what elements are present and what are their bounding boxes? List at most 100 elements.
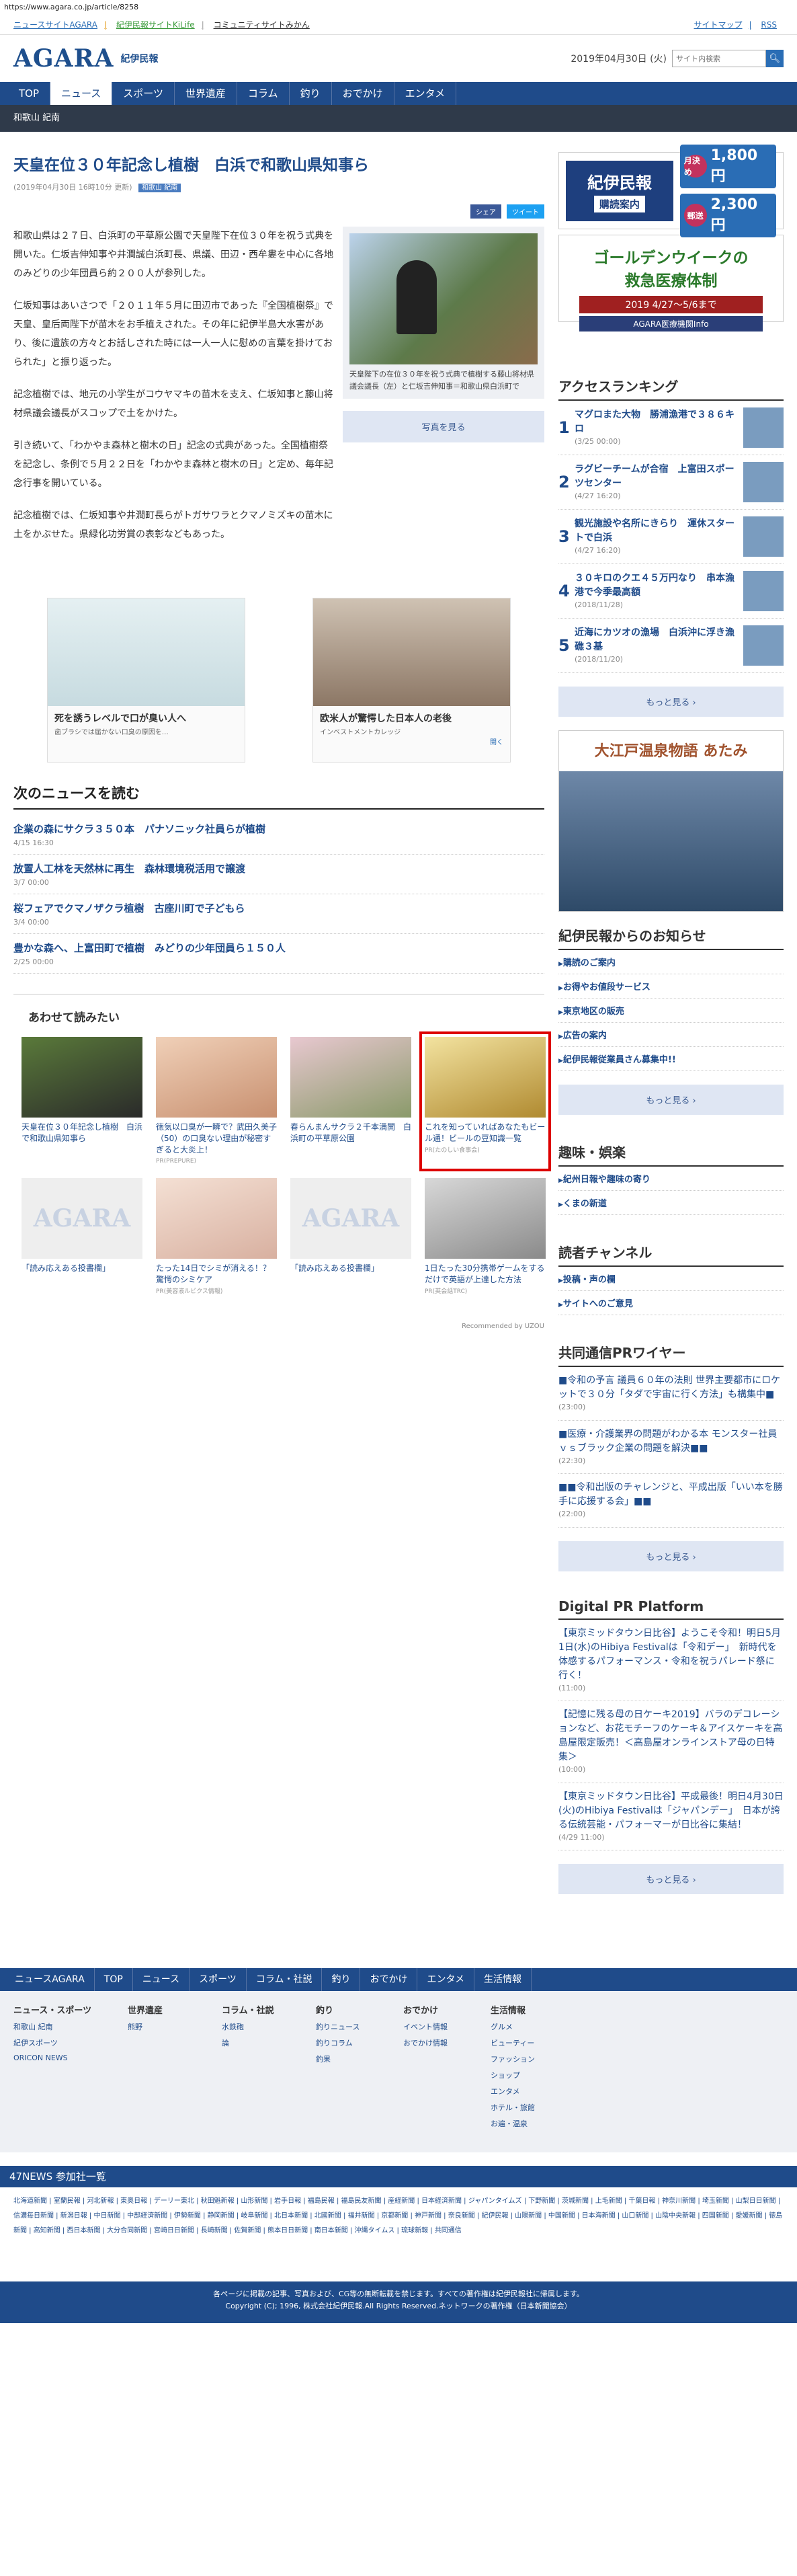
link-sitemap[interactable]: サイトマップ: [694, 20, 743, 30]
wire-text[interactable]: ■医療・介護業界の問題がわかる本 モンスター社員ｖｓブラック企業の問題を解決■■: [558, 1429, 777, 1454]
hobby-link[interactable]: 紀州日報や趣味の寄り: [558, 1167, 784, 1191]
wire-more-button[interactable]: もっと見る ›: [558, 1540, 784, 1571]
rank-title[interactable]: ラグビーチームが合宿 上富田スポーツセンター: [575, 464, 735, 489]
related-card-title[interactable]: 春らんまんサクラ２千本満開 白浜町の平草原公園: [290, 1122, 411, 1144]
nav-entertainment[interactable]: エンタメ: [394, 82, 457, 105]
search-button[interactable]: 🔍︎: [766, 50, 784, 67]
ranking-item[interactable]: 1 マグロまた大物 勝浦漁港で３８６キロ (3/25 00:00): [558, 401, 784, 455]
gw-medical-banner[interactable]: ゴールデンウイークの 救急医療体制 2019 4/27～5/6まで AGARA医…: [558, 235, 784, 331]
link-mikan[interactable]: コミュニティサイトみかん: [214, 20, 310, 30]
link-rss[interactable]: RSS: [761, 20, 777, 30]
info-link[interactable]: 広告の案内: [558, 1023, 784, 1047]
footer-link[interactable]: 紀伊スポーツ: [13, 2037, 128, 2048]
view-photo-button[interactable]: 写真を見る: [343, 411, 544, 443]
article-photo[interactable]: [349, 233, 538, 364]
related-card[interactable]: AGARA 「読み応えある投書欄」: [22, 1177, 142, 1296]
footer-nav-item[interactable]: TOP: [95, 1968, 133, 1991]
wire-text[interactable]: ■■令和出版のチャレンジと、平成出版「いい本を勝手に応援する会」■■: [558, 1482, 783, 1507]
footer-link[interactable]: 論: [222, 2037, 316, 2048]
related-card[interactable]: 天皇在位３０年記念し植樹 白浜で和歌山県知事ら: [22, 1037, 142, 1166]
news-title[interactable]: 企業の森にサクラ３５０本 パナソニック社員らが植樹: [13, 822, 544, 836]
related-card[interactable]: 春らんまんサクラ２千本満開 白浜町の平草原公園: [290, 1037, 411, 1166]
related-card-title[interactable]: 1日たった30分携帯ゲームをするだけで英語が上達した方法: [425, 1263, 546, 1286]
related-card-title[interactable]: 「読み応えある投書欄」: [290, 1263, 411, 1274]
wire-text[interactable]: ■令和の予言 議員６０年の法則 世界主要都市にロケットで３０分「タダで宇宙に行く…: [558, 1375, 780, 1400]
link-kilife[interactable]: 紀伊民報サイトKiLife: [116, 20, 195, 30]
footer-nav-item[interactable]: 釣り: [322, 1968, 361, 1991]
footer-link[interactable]: 釣りニュース: [316, 2021, 403, 2032]
list-item[interactable]: 豊かな森へ、上富田町で植樹 みどりの少年団員ら１５０人 2/25 00:00: [13, 934, 544, 974]
nav-news[interactable]: ニュース: [50, 82, 113, 105]
related-card-title[interactable]: これを知っていればあなたもビール通！ビールの豆知識一覧: [425, 1122, 546, 1144]
link-agara[interactable]: ニュースサイトAGARA: [13, 20, 97, 30]
wire-item[interactable]: ■■令和出版のチャレンジと、平成出版「いい本を勝手に応援する会」■■ (22:00…: [558, 1474, 784, 1528]
dpr-item[interactable]: 【東京ミッドタウン日比谷】平成最後！明日4月30日(火)のHibiya Fest…: [558, 1783, 784, 1850]
wire-item[interactable]: ■医療・介護業界の問題がわかる本 モンスター社員ｖｓブラック企業の問題を解決■■…: [558, 1421, 784, 1474]
reader-link[interactable]: サイトへのご意見: [558, 1291, 784, 1315]
rank-title[interactable]: マグロまた大物 勝浦漁港で３８６キロ: [575, 409, 735, 434]
info-link[interactable]: お得やお値段サービス: [558, 974, 784, 999]
nav-sports[interactable]: スポーツ: [112, 82, 175, 105]
list-item[interactable]: 桜フェアでクマノザクラ植樹 古座川町で子どもら 3/4 00:00: [13, 894, 544, 934]
footer-nav-item[interactable]: エンタメ: [417, 1968, 475, 1991]
ranking-item[interactable]: 3 観光施設や名所にきらり 運休スタートで白浜 (4/27 16:20): [558, 510, 784, 564]
recommended-label[interactable]: Recommended by UZOU: [13, 1323, 544, 1330]
ad-card[interactable]: 死を誘うレベルで口が臭い人へ 歯ブラシでは届かない口臭の原因を…: [47, 598, 245, 763]
related-card[interactable]: これを知っていればあなたもビール通！ビールの豆知識一覧 PR(たのしい食事会): [419, 1031, 551, 1171]
search-input[interactable]: [672, 50, 766, 67]
dpr-text[interactable]: 【東京ミッドタウン日比谷】平成最後！明日4月30日(火)のHibiya Fest…: [558, 1791, 784, 1830]
nav-outing[interactable]: おでかけ: [332, 82, 394, 105]
article-tag[interactable]: 和歌山 紀南: [138, 184, 181, 192]
sub-nav-region[interactable]: 和歌山 紀南: [0, 105, 797, 132]
news-title[interactable]: 豊かな森へ、上富田町で植樹 みどりの少年団員ら１５０人: [13, 941, 544, 955]
wire-item[interactable]: ■令和の予言 議員６０年の法則 世界主要都市にロケットで３０分「タダで宇宙に行く…: [558, 1367, 784, 1421]
reader-link[interactable]: 投稿・声の欄: [558, 1267, 784, 1291]
dpr-text[interactable]: 【東京ミッドタウン日比谷】ようこそ令和！明日5月1日(水)のHibiya Fes…: [558, 1628, 781, 1681]
related-card[interactable]: たった14日でシミが消える！？驚愕のシミケア PR(美容液ルビクス情報): [156, 1177, 277, 1296]
ranking-item[interactable]: 4 ３０キロのクエ４５万円なり 串本漁港で今季最高額 (2018/11/28): [558, 564, 784, 619]
twitter-share-button[interactable]: ツイート: [507, 204, 544, 219]
footer-nav-item[interactable]: おでかけ: [360, 1968, 418, 1991]
ranking-item[interactable]: 5 近海にカツオの漁場 白浜沖に浮き漁礁３基 (2018/11/20): [558, 619, 784, 673]
related-card-title[interactable]: 徳気以口臭が一瞬で？武田久美子（50）の口臭ない理由が秘密すぎると大炎上！: [156, 1122, 277, 1155]
facebook-share-button[interactable]: シェア: [470, 204, 501, 219]
list-item[interactable]: 放置人工林を天然林に再生 森林環境税活用で譲渡 3/7 00:00: [13, 855, 544, 894]
ranking-more-button[interactable]: もっと見る ›: [558, 687, 784, 717]
ad-card[interactable]: 欧米人が驚愕した日本人の老後 インベストメントカレッジ 開く: [312, 598, 511, 763]
news-title[interactable]: 放置人工林を天然林に再生 森林環境税活用で譲渡: [13, 861, 544, 875]
related-card-title[interactable]: たった14日でシミが消える！？驚愕のシミケア: [156, 1263, 277, 1286]
related-card[interactable]: 徳気以口臭が一瞬で？武田久美子（50）の口臭ない理由が秘密すぎると大炎上！ PR(…: [156, 1037, 277, 1166]
footer-nav-item[interactable]: スポーツ: [190, 1968, 247, 1991]
footer-link[interactable]: お遍・温泉: [491, 2118, 692, 2129]
footer-nav-item[interactable]: ニュースAGARA: [5, 1968, 95, 1991]
hobby-link[interactable]: くまの新道: [558, 1191, 784, 1215]
news47-bar[interactable]: 47NEWS 参加社一覧: [0, 2166, 797, 2187]
hotel-ad[interactable]: 大江戸温泉物語 あたみ: [558, 730, 784, 912]
nav-fishing[interactable]: 釣り: [290, 82, 332, 105]
footer-nav-item[interactable]: 生活情報: [474, 1968, 532, 1991]
newspaper-list[interactable]: 北海道新聞 | 室蘭民報 | 河北新報 | 東奥日報 | デーリー東北 | 秋田…: [0, 2187, 797, 2281]
nav-column[interactable]: コラム: [237, 82, 290, 105]
footer-link[interactable]: 和歌山 紀南: [13, 2021, 128, 2032]
footer-nav-item[interactable]: コラム・社説: [247, 1968, 323, 1991]
dpr-item[interactable]: 【記憶に残る母の日ケーキ2019】バラのデコレーションなど、お花モチーフのケーキ…: [558, 1701, 784, 1783]
related-card-title[interactable]: 天皇在位３０年記念し植樹 白浜で和歌山県知事ら: [22, 1122, 142, 1144]
footer-link[interactable]: ファッション: [491, 2054, 692, 2064]
info-link[interactable]: 紀伊民報従業員さん募集中!!: [558, 1047, 784, 1071]
info-link[interactable]: 東京地区の販売: [558, 999, 784, 1023]
nav-world-heritage[interactable]: 世界遺産: [175, 82, 237, 105]
subscribe-banner[interactable]: 紀伊民報 購読案内 月決め 1,800円 郵送 2,300円: [558, 144, 784, 237]
related-card[interactable]: AGARA 「読み応えある投書欄」: [290, 1177, 411, 1296]
footer-link[interactable]: ビューティー: [491, 2037, 692, 2048]
news-title[interactable]: 桜フェアでクマノザクラ植樹 古座川町で子どもら: [13, 901, 544, 915]
site-logo[interactable]: AGARA: [13, 44, 114, 73]
rank-title[interactable]: 近海にカツオの漁場 白浜沖に浮き漁礁３基: [575, 627, 735, 652]
info-more-button[interactable]: もっと見る ›: [558, 1085, 784, 1115]
info-link[interactable]: 購読のご案内: [558, 950, 784, 974]
nav-top[interactable]: TOP: [8, 82, 51, 105]
footer-link[interactable]: イベント情報: [403, 2021, 491, 2032]
ad-open-link[interactable]: 開く: [313, 736, 510, 746]
footer-link[interactable]: エンタメ: [491, 2086, 692, 2097]
dpr-more-button[interactable]: もっと見る ›: [558, 1864, 784, 1894]
related-card-title[interactable]: 「読み応えある投書欄」: [22, 1263, 142, 1274]
